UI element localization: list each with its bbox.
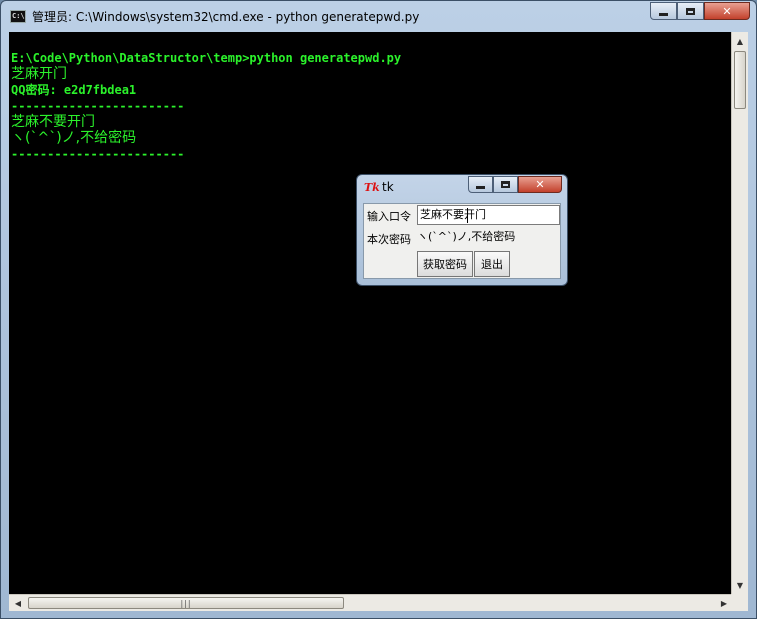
input-label: 输入口令 xyxy=(367,210,411,223)
cmd-window: C:\ 管理员: C:\Windows\system32\cmd.exe - p… xyxy=(0,0,757,619)
tk-close-button[interactable]: ✕ xyxy=(518,176,562,193)
vertical-scroll-thumb[interactable] xyxy=(734,51,746,109)
quit-button[interactable]: 退出 xyxy=(474,251,510,277)
horizontal-scrollbar[interactable]: ◀ ||| ▶ xyxy=(9,594,733,611)
text-cursor xyxy=(467,208,468,223)
cmd-minimize-button[interactable] xyxy=(650,2,677,20)
grip-icon: ||| xyxy=(180,598,192,608)
maximize-icon xyxy=(686,7,695,15)
scroll-up-arrow-icon[interactable]: ▲ xyxy=(732,33,748,49)
tk-maximize-button[interactable] xyxy=(493,176,518,193)
console-line: 芝麻开门 xyxy=(11,66,67,82)
minimize-icon xyxy=(659,12,668,16)
passphrase-input-value: 芝麻不要开门 xyxy=(420,208,486,221)
maximize-icon xyxy=(501,181,510,188)
tk-client-area: 输入口令 芝麻不要开门 本次密码 ヽ(`^`)ノ,不给密码 获取密码 退出 xyxy=(363,203,561,279)
close-icon: ✕ xyxy=(722,4,732,18)
password-value: ヽ(`^`)ノ,不给密码 xyxy=(417,230,516,243)
get-password-button[interactable]: 获取密码 xyxy=(417,251,473,277)
minimize-icon xyxy=(476,186,485,189)
scroll-right-arrow-icon[interactable]: ▶ xyxy=(716,595,732,611)
tk-minimize-button[interactable] xyxy=(468,176,493,193)
cmd-icon: C:\ xyxy=(10,10,26,23)
tk-feather-icon: Tk xyxy=(364,181,380,194)
cmd-close-button[interactable]: ✕ xyxy=(704,2,750,20)
vertical-scrollbar[interactable]: ▲ ▼ xyxy=(731,32,748,594)
console-line: ------------------------ xyxy=(11,147,185,161)
tk-window: Tk tk ✕ 输入口令 芝麻不要开门 本次密码 ヽ(`^`)ノ,不给密码 获取… xyxy=(356,174,568,286)
scroll-down-arrow-icon[interactable]: ▼ xyxy=(732,577,748,593)
tk-title: tk xyxy=(382,180,394,194)
close-icon: ✕ xyxy=(535,178,545,191)
console-line: 芝麻不要开门 xyxy=(11,114,95,130)
cmd-title: 管理员: C:\Windows\system32\cmd.exe - pytho… xyxy=(32,10,420,24)
console-output[interactable]: E:\Code\Python\DataStructor\temp>python … xyxy=(9,32,733,594)
scrollbar-corner xyxy=(731,594,748,611)
cmd-window-controls: ✕ xyxy=(650,2,750,21)
console-line: ------------------------ xyxy=(11,99,185,113)
console-line: ヽ(`^`)ノ,不给密码 xyxy=(11,130,137,146)
scroll-left-arrow-icon[interactable]: ◀ xyxy=(10,595,26,611)
passphrase-input[interactable]: 芝麻不要开门 xyxy=(417,205,560,225)
console-lines: E:\Code\Python\DataStructor\temp>python … xyxy=(11,50,401,162)
horizontal-scroll-thumb[interactable]: ||| xyxy=(28,597,344,609)
cmd-maximize-button[interactable] xyxy=(677,2,704,20)
console-line: E:\Code\Python\DataStructor\temp>python … xyxy=(11,51,402,65)
tk-window-controls: ✕ xyxy=(468,176,562,193)
console-line: QQ密码: e2d7fbdea1 xyxy=(11,83,137,97)
password-label: 本次密码 xyxy=(367,233,411,246)
cmd-titlebar[interactable]: C:\ 管理员: C:\Windows\system32\cmd.exe - p… xyxy=(1,1,756,31)
